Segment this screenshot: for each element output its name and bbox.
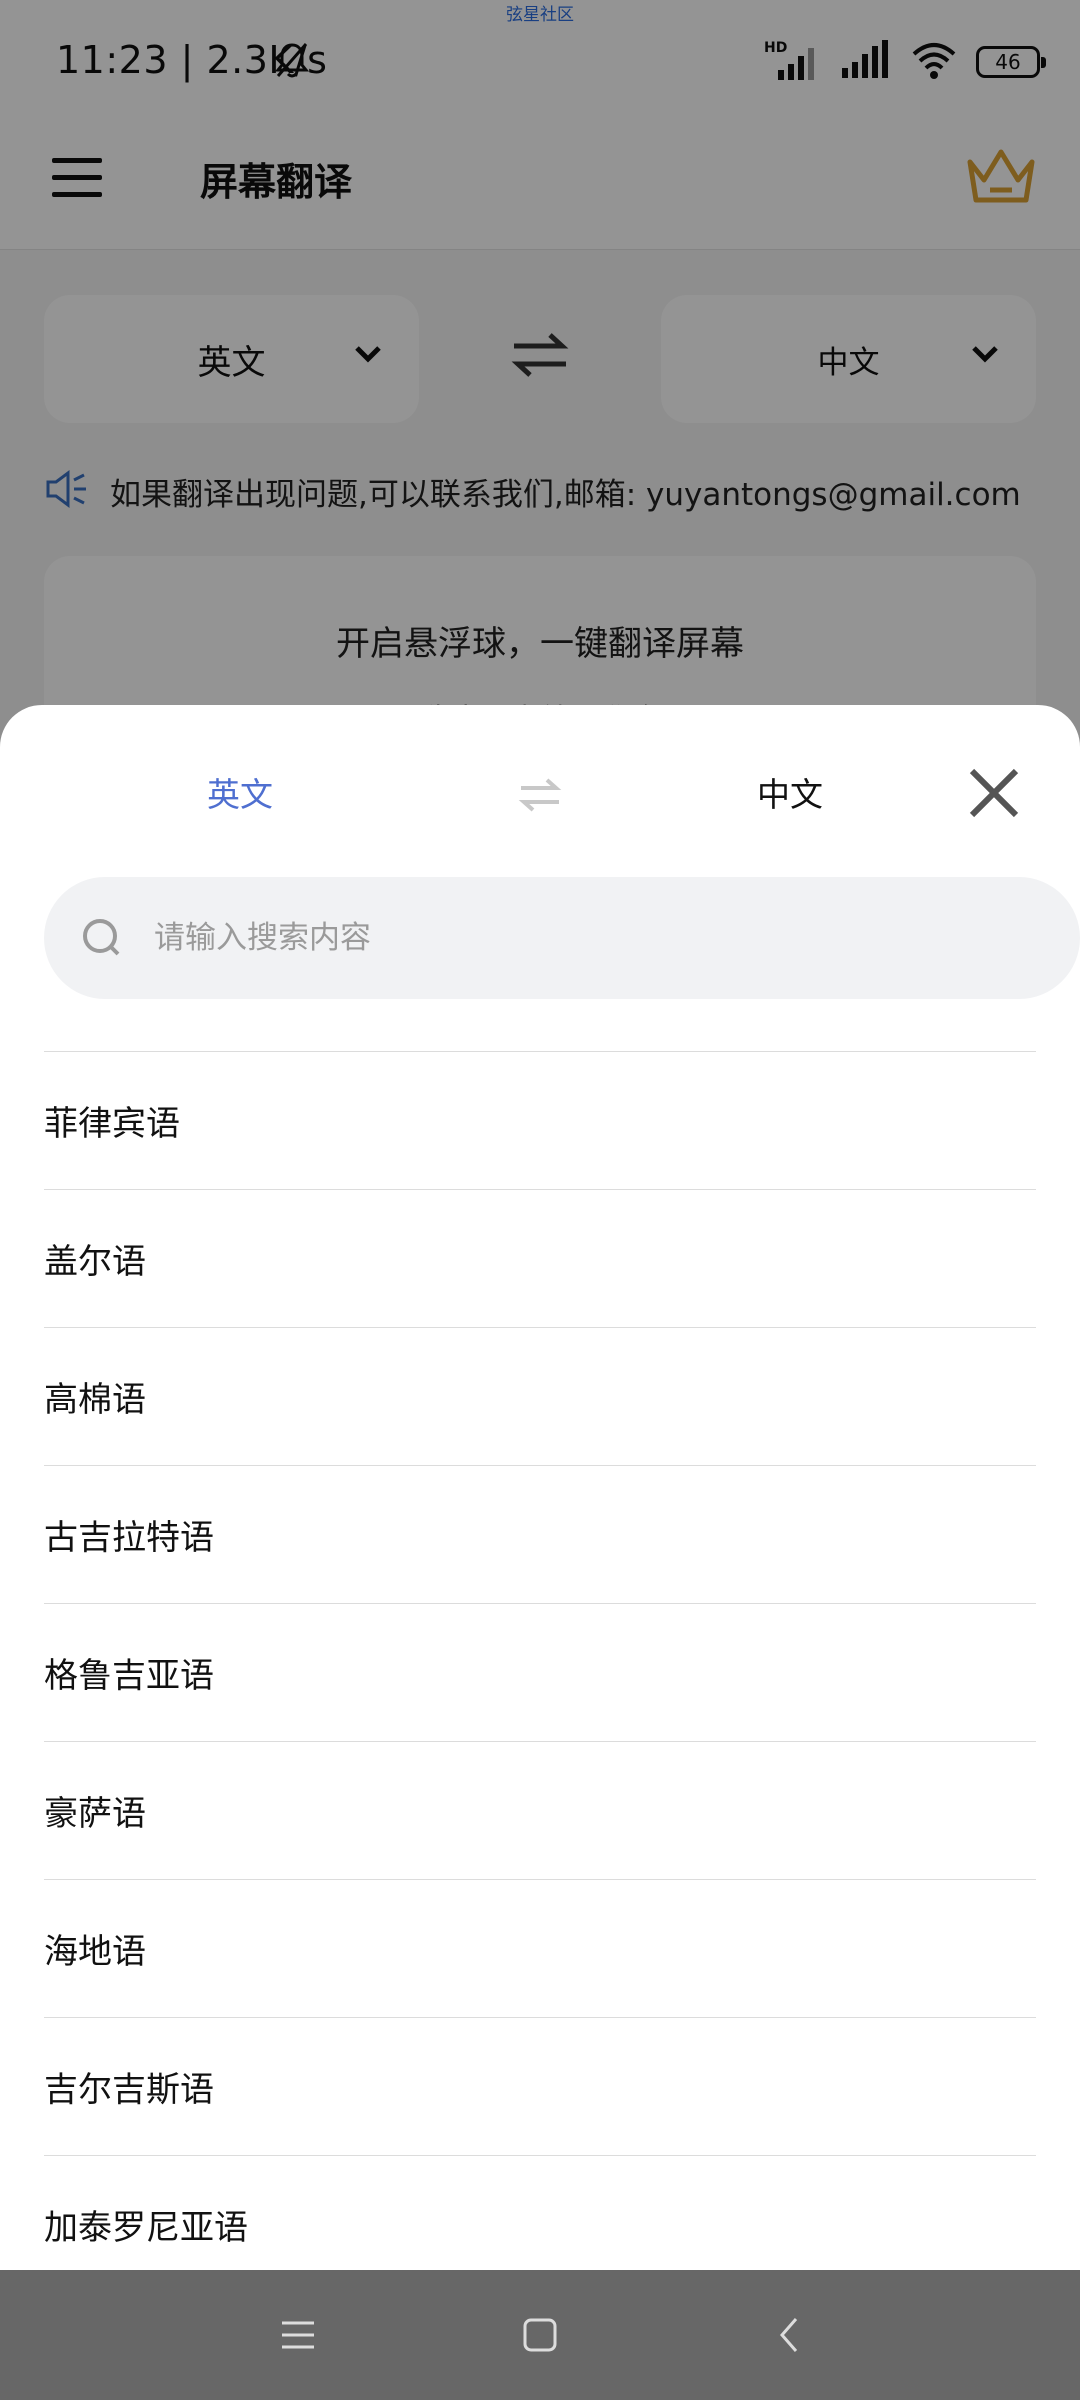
language-name: 豪萨语: [44, 1794, 146, 1834]
language-name: 盖尔语: [44, 1242, 146, 1282]
language-name: 加泰罗尼亚语: [44, 2208, 248, 2248]
language-name: 吉尔吉斯语: [44, 2070, 214, 2110]
recent-apps-button[interactable]: [278, 2315, 318, 2355]
search-icon: [83, 919, 120, 956]
list-item[interactable]: 海地语: [44, 1880, 1036, 2018]
tab-target-language[interactable]: 中文: [670, 765, 910, 825]
system-nav-bar: [0, 2270, 1080, 2400]
language-name: 格鲁吉亚语: [44, 1656, 214, 1696]
language-name: 高棉语: [44, 1380, 146, 1420]
list-item[interactable]: 菲律宾语: [44, 1052, 1036, 1190]
list-item[interactable]: 古吉拉特语: [44, 1466, 1036, 1604]
list-item[interactable]: 格鲁吉亚语: [44, 1604, 1036, 1742]
list-item[interactable]: 加泰罗尼亚语: [44, 2156, 1036, 2270]
screen: 弦星社区 11:23 | 2.3K/s HD 46 屏幕翻译 英文 中文 如果翻…: [0, 0, 1080, 2400]
close-icon[interactable]: [966, 765, 1022, 825]
tab-source-language[interactable]: 英文: [120, 765, 360, 825]
search-bar[interactable]: [44, 877, 1080, 999]
home-button[interactable]: [520, 2315, 560, 2355]
swap-languages-icon[interactable]: [518, 777, 562, 817]
language-name: 海地语: [44, 1932, 146, 1972]
list-item[interactable]: 高棉语: [44, 1328, 1036, 1466]
language-picker-sheet: 英文 中文 菲律宾语盖尔语高棉语古吉拉特语格鲁吉亚语: [0, 705, 1080, 2270]
list-item[interactable]: 豪萨语: [44, 1742, 1036, 1880]
list-item[interactable]: 盖尔语: [44, 1190, 1036, 1328]
sheet-header: 英文 中文: [0, 705, 1080, 875]
back-button[interactable]: [770, 2315, 810, 2355]
language-name: 菲律宾语: [44, 1104, 180, 1144]
language-name: 古吉拉特语: [44, 1518, 214, 1558]
language-list: 菲律宾语盖尔语高棉语古吉拉特语格鲁吉亚语豪萨语海地语吉尔吉斯语加泰罗尼亚语: [44, 1051, 1036, 2270]
list-item[interactable]: 吉尔吉斯语: [44, 2018, 1036, 2156]
search-input[interactable]: [154, 920, 954, 956]
